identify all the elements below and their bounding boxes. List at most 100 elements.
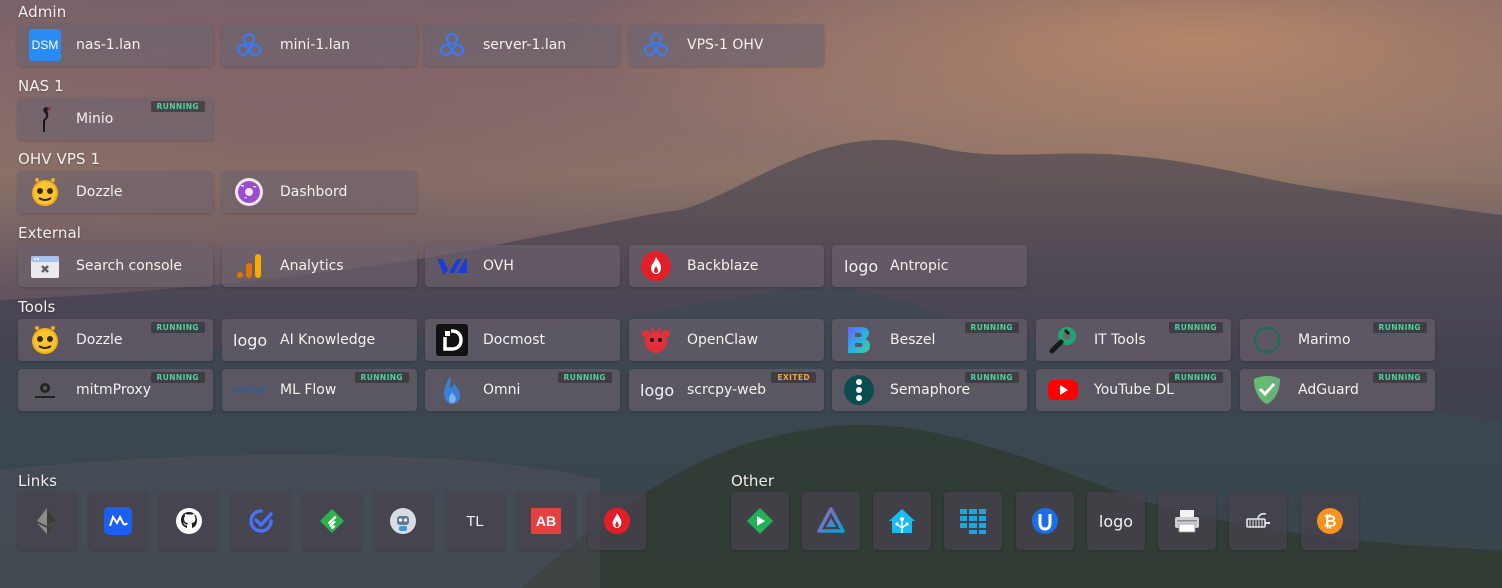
network-plug-icon xyxy=(1244,507,1272,535)
printer-icon xyxy=(1173,507,1201,535)
docmost-icon xyxy=(436,324,468,356)
card-antropic[interactable]: logo Antropic xyxy=(832,245,1027,287)
link-backblaze[interactable] xyxy=(588,492,646,550)
link-coinmarketcap[interactable] xyxy=(89,492,147,550)
mitmproxy-icon xyxy=(29,374,61,406)
status-badge: RUNNING xyxy=(1372,322,1427,333)
status-badge: EXITED xyxy=(771,372,816,383)
youtube-play-icon xyxy=(1047,374,1079,406)
card-label: Dozzle xyxy=(76,184,123,200)
link-ticktick[interactable] xyxy=(232,492,290,550)
card-label: Dozzle xyxy=(76,332,123,348)
card-label: ML Flow xyxy=(280,382,337,398)
card-adguard[interactable]: AdGuard RUNNING xyxy=(1240,369,1435,411)
card-vps-1[interactable]: VPS-1 OHV xyxy=(629,24,824,66)
bitcoin-icon: ₿ xyxy=(1316,507,1344,535)
ab-text-icon: AB xyxy=(531,507,561,535)
proxmox-cluster-icon xyxy=(233,29,265,61)
card-dozzle-ohv[interactable]: Dozzle xyxy=(18,171,213,213)
card-server-1[interactable]: server-1.lan xyxy=(425,24,620,66)
other-printer[interactable] xyxy=(1158,492,1216,550)
other-uptime[interactable] xyxy=(1016,492,1074,550)
card-semaphore[interactable]: Semaphore RUNNING xyxy=(832,369,1027,411)
card-label: AdGuard xyxy=(1298,382,1359,398)
omni-flame-icon xyxy=(436,374,468,406)
proxmox-cluster-icon xyxy=(640,29,672,61)
adguard-shield-icon xyxy=(1251,374,1283,406)
jellyfin-triangle-icon xyxy=(817,507,845,535)
minio-bird-icon xyxy=(29,103,61,135)
link-robot[interactable] xyxy=(374,492,432,550)
ovh-logo-icon xyxy=(436,250,468,282)
play-diamond-icon xyxy=(746,507,774,535)
link-tl[interactable]: TL xyxy=(446,492,504,550)
card-it-tools[interactable]: IT Tools RUNNING xyxy=(1036,319,1231,361)
card-label: Dashbord xyxy=(280,184,348,200)
card-backblaze[interactable]: Backblaze xyxy=(629,245,824,287)
link-ethereum[interactable] xyxy=(18,492,76,550)
github-icon xyxy=(175,507,203,535)
link-ab[interactable]: AB xyxy=(517,492,575,550)
status-badge: RUNNING xyxy=(150,101,205,112)
card-youtube-dl[interactable]: YouTube DL RUNNING xyxy=(1036,369,1231,411)
robot-avatar-icon xyxy=(389,507,417,535)
card-search-console[interactable]: Search console xyxy=(18,245,213,287)
card-label: nas-1.lan xyxy=(76,37,141,53)
card-label: YouTube DL xyxy=(1094,382,1174,398)
other-play[interactable] xyxy=(731,492,789,550)
link-feedly[interactable] xyxy=(303,492,361,550)
card-label: mini-1.lan xyxy=(280,37,351,53)
svg-text:₿: ₿ xyxy=(1323,512,1336,531)
tl-text-icon: TL xyxy=(466,512,484,530)
card-openclaw[interactable]: OpenClaw xyxy=(629,319,824,361)
card-beszel[interactable]: Beszel RUNNING xyxy=(832,319,1027,361)
status-badge: RUNNING xyxy=(964,322,1019,333)
group-title-tools: Tools xyxy=(18,298,56,316)
it-tools-wrench-icon xyxy=(1047,324,1079,356)
card-label: Minio xyxy=(76,111,114,127)
card-docmost[interactable]: Docmost xyxy=(425,319,620,361)
card-label: AI Knowledge xyxy=(280,332,376,348)
card-label: mitmProxy xyxy=(76,382,152,398)
backblaze-flame-icon xyxy=(640,250,672,282)
card-label: scrcpy-web xyxy=(687,382,767,398)
card-dashbord[interactable]: Dashbord xyxy=(222,171,417,213)
card-marimo[interactable]: Marimo RUNNING xyxy=(1240,319,1435,361)
search-console-icon xyxy=(29,250,61,282)
card-label: Docmost xyxy=(483,332,546,348)
synology-dsm-icon: DSM xyxy=(29,29,61,61)
card-label: Marimo xyxy=(1298,332,1351,348)
home-assistant-icon xyxy=(888,507,916,535)
card-ai-knowledge[interactable]: logo AI Knowledge xyxy=(222,319,417,361)
group-title-ohv: OHV VPS 1 xyxy=(18,150,101,168)
card-label: Backblaze xyxy=(687,258,759,274)
status-badge: RUNNING xyxy=(1168,372,1223,383)
card-ml-flow[interactable]: mlflow ML Flow RUNNING xyxy=(222,369,417,411)
status-badge: RUNNING xyxy=(964,372,1019,383)
link-github[interactable] xyxy=(160,492,218,550)
card-omni[interactable]: Omni RUNNING xyxy=(425,369,620,411)
card-nas-1[interactable]: DSM nas-1.lan xyxy=(18,24,213,66)
other-network[interactable] xyxy=(1229,492,1287,550)
card-scrcpy-web[interactable]: logo scrcpy-web EXITED xyxy=(629,369,824,411)
other-home-assistant[interactable] xyxy=(873,492,931,550)
card-label: Omni xyxy=(483,382,521,398)
proxmox-cluster-icon xyxy=(436,29,468,61)
semaphore-dots-icon xyxy=(843,374,875,406)
card-minio[interactable]: Minio RUNNING xyxy=(18,98,213,140)
status-badge: RUNNING xyxy=(1168,322,1223,333)
ethereum-icon xyxy=(33,507,61,535)
card-mitmproxy[interactable]: mitmProxy RUNNING xyxy=(18,369,213,411)
other-logo[interactable]: logo xyxy=(1087,492,1145,550)
card-label: server-1.lan xyxy=(483,37,567,53)
card-dozzle-tools[interactable]: Dozzle RUNNING xyxy=(18,319,213,361)
other-grid[interactable] xyxy=(944,492,1002,550)
card-analytics[interactable]: Analytics xyxy=(222,245,417,287)
group-title-nas1: NAS 1 xyxy=(18,77,64,95)
card-mini-1[interactable]: mini-1.lan xyxy=(222,24,417,66)
other-jellyfin[interactable] xyxy=(802,492,860,550)
card-ovh[interactable]: OVH xyxy=(425,245,620,287)
status-badge: RUNNING xyxy=(150,322,205,333)
other-bitcoin[interactable]: ₿ xyxy=(1301,492,1359,550)
card-label: IT Tools xyxy=(1094,332,1146,348)
